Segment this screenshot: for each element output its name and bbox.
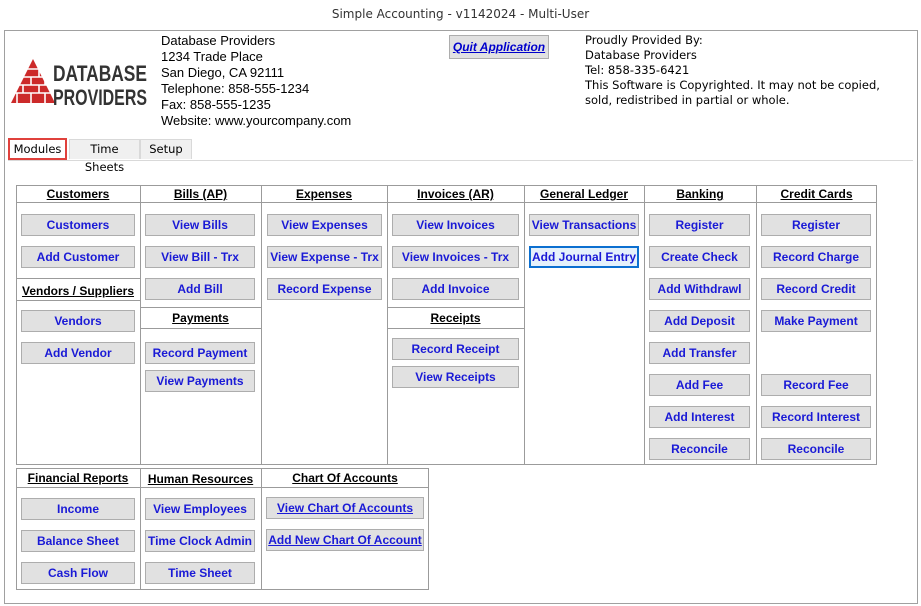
human-resources-header: Human Resources: [147, 472, 254, 486]
header-underline: [16, 202, 877, 203]
logo-text-top: DATABASE: [53, 61, 147, 86]
provided-line4: This Software is Copyrighted. It may not…: [585, 78, 880, 92]
divider: [524, 185, 525, 465]
vendors-header: Vendors / Suppliers: [21, 284, 135, 298]
divider: [261, 185, 262, 465]
view-employees-button[interactable]: View Employees: [145, 498, 255, 520]
provided-line3: Tel: 858-335-6421: [585, 63, 690, 77]
divider: [756, 185, 757, 465]
company-info: Database Providers 1234 Trade Place San …: [161, 33, 351, 129]
section-divider: [16, 300, 140, 301]
add-interest-button[interactable]: Add Interest: [649, 406, 750, 428]
provided-line2: Database Providers: [585, 48, 697, 62]
vendors-button[interactable]: Vendors: [21, 310, 135, 332]
record-credit-button[interactable]: Record Credit: [761, 278, 871, 300]
view-bill-trx-button[interactable]: View Bill - Trx: [145, 246, 255, 268]
add-vendor-button[interactable]: Add Vendor: [21, 342, 135, 364]
provider-info: Proudly Provided By: Database Providers …: [585, 33, 905, 108]
banking-reconcile-button[interactable]: Reconcile: [649, 438, 750, 460]
view-payments-button[interactable]: View Payments: [145, 370, 255, 392]
company-website: Website: www.yourcompany.com: [161, 113, 352, 128]
view-invoices-trx-button[interactable]: View Invoices - Trx: [392, 246, 519, 268]
credit-register-button[interactable]: Register: [761, 214, 871, 236]
view-expense-trx-button[interactable]: View Expense - Trx: [267, 246, 382, 268]
section-divider: [387, 328, 524, 329]
banking-register-button[interactable]: Register: [649, 214, 750, 236]
balance-sheet-button[interactable]: Balance Sheet: [21, 530, 135, 552]
tab-setup[interactable]: Setup: [140, 139, 192, 159]
payments-header: Payments: [172, 311, 229, 325]
add-customer-button[interactable]: Add Customer: [21, 246, 135, 268]
add-journal-entry-button[interactable]: Add Journal Entry: [529, 246, 639, 268]
quit-application-button[interactable]: Quit Application: [449, 35, 549, 59]
add-fee-button[interactable]: Add Fee: [649, 374, 750, 396]
add-deposit-button[interactable]: Add Deposit: [649, 310, 750, 332]
income-button[interactable]: Income: [21, 498, 135, 520]
provided-line1: Proudly Provided By:: [585, 33, 703, 47]
logo-text-bottom: PROVIDERS: [53, 85, 147, 109]
divider: [387, 185, 388, 465]
ledger-header: General Ledger: [539, 187, 629, 201]
record-payment-button[interactable]: Record Payment: [145, 342, 255, 364]
tab-strip-line: [8, 160, 913, 161]
banking-header: Banking: [676, 187, 724, 201]
add-bill-button[interactable]: Add Bill: [145, 278, 255, 300]
view-receipts-button[interactable]: View Receipts: [392, 366, 519, 388]
view-bills-button[interactable]: View Bills: [145, 214, 255, 236]
section-divider: [16, 278, 140, 279]
company-address2: San Diego, CA 92111: [161, 65, 285, 80]
company-name: Database Providers: [161, 33, 276, 48]
invoices-header: Invoices (AR): [417, 187, 494, 201]
bills-header: Bills (AP): [173, 187, 228, 201]
make-payment-button[interactable]: Make Payment: [761, 310, 871, 332]
view-transactions-button[interactable]: View Transactions: [529, 214, 639, 236]
receipts-header: Receipts: [430, 311, 481, 325]
record-expense-button[interactable]: Record Expense: [267, 278, 382, 300]
credit-reconcile-button[interactable]: Reconcile: [761, 438, 871, 460]
divider: [140, 185, 141, 465]
tab-modules[interactable]: Modules: [8, 138, 67, 160]
customers-button[interactable]: Customers: [21, 214, 135, 236]
company-logo: DATABASE PROVIDERS: [9, 57, 149, 110]
view-invoices-button[interactable]: View Invoices: [392, 214, 519, 236]
create-check-button[interactable]: Create Check: [649, 246, 750, 268]
credit-cards-header: Credit Cards: [780, 187, 853, 201]
record-receipt-button[interactable]: Record Receipt: [392, 338, 519, 360]
header-underline: [16, 487, 429, 488]
window-title: Simple Accounting - v1142024 - Multi-Use…: [331, 7, 590, 21]
time-clock-admin-button[interactable]: Time Clock Admin: [145, 530, 255, 552]
divider: [644, 185, 645, 465]
time-sheet-button[interactable]: Time Sheet: [145, 562, 255, 584]
customers-header: Customers: [46, 187, 110, 201]
tab-time-sheets[interactable]: Time Sheets: [69, 139, 140, 174]
cash-flow-button[interactable]: Cash Flow: [21, 562, 135, 584]
add-withdrawl-button[interactable]: Add Withdrawl: [649, 278, 750, 300]
add-invoice-button[interactable]: Add Invoice: [392, 278, 519, 300]
section-divider: [140, 307, 261, 308]
company-fax: Fax: 858-555-1235: [161, 97, 271, 112]
add-transfer-button[interactable]: Add Transfer: [649, 342, 750, 364]
record-interest-button[interactable]: Record Interest: [761, 406, 871, 428]
record-charge-button[interactable]: Record Charge: [761, 246, 871, 268]
view-chart-of-accounts-button[interactable]: View Chart Of Accounts: [266, 497, 424, 519]
company-telephone: Telephone: 858-555-1234: [161, 81, 310, 96]
add-new-chart-of-account-button[interactable]: Add New Chart Of Account: [266, 529, 424, 551]
financial-reports-header: Financial Reports: [27, 471, 129, 485]
record-fee-button[interactable]: Record Fee: [761, 374, 871, 396]
view-expenses-button[interactable]: View Expenses: [267, 214, 382, 236]
section-divider: [387, 307, 524, 308]
chart-of-accounts-header: Chart Of Accounts: [292, 471, 398, 485]
expenses-header: Expenses: [295, 187, 353, 201]
company-address1: 1234 Trade Place: [161, 49, 263, 64]
provided-line5: sold, redistribed in partial or whole.: [585, 93, 790, 107]
section-divider: [140, 328, 261, 329]
